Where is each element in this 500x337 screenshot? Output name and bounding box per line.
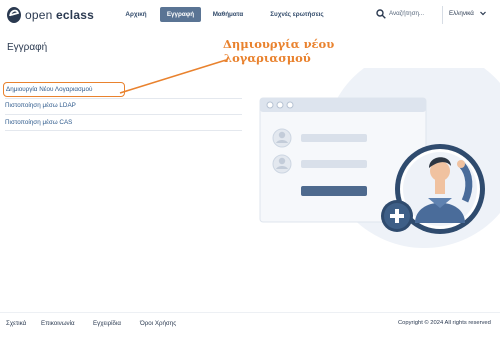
ldap-auth-link[interactable]: Πιστοποίηση μέσω LDAP bbox=[5, 98, 242, 113]
page-title: Εγγραφή bbox=[7, 42, 48, 53]
top-navbar: open eclass Αρχική Εγγραφή Μαθήματα Συχν… bbox=[0, 0, 500, 30]
footer-manuals-link[interactable]: Εγχειρίδια bbox=[93, 320, 121, 327]
chevron-down-icon[interactable] bbox=[479, 9, 487, 17]
brand-name: open eclass bbox=[25, 8, 94, 22]
annotation-label: Δημιουργία νέου λογαριασμού bbox=[223, 37, 335, 65]
search-input[interactable]: Αναζήτηση... bbox=[389, 10, 424, 17]
nav-courses[interactable]: Μαθήματα bbox=[208, 7, 248, 22]
nav-faq[interactable]: Συχνές ερωτήσεις bbox=[264, 7, 330, 22]
footer-contact-link[interactable]: Επικοινωνία bbox=[41, 320, 75, 327]
register-illustration bbox=[259, 68, 500, 248]
cas-auth-link[interactable]: Πιστοποίηση μέσω CAS bbox=[5, 115, 242, 130]
nav-home[interactable]: Αρχική bbox=[119, 7, 153, 22]
search-icon[interactable] bbox=[376, 9, 386, 19]
divider bbox=[442, 6, 443, 24]
create-account-link[interactable]: Δημιουργία Νέου Λογαριασμού bbox=[3, 82, 125, 97]
divider bbox=[5, 130, 242, 131]
language-select[interactable]: Ελληνικά bbox=[449, 10, 474, 17]
brand-logo[interactable]: open eclass bbox=[6, 5, 94, 25]
nav-register[interactable]: Εγγραφή bbox=[160, 7, 201, 22]
footer-divider bbox=[0, 312, 500, 313]
eclass-logo-icon bbox=[7, 7, 21, 23]
footer-about-link[interactable]: Σχετικά bbox=[6, 320, 26, 327]
copyright-text: Copyright © 2024 All rights reserved bbox=[398, 320, 491, 326]
footer-terms-link[interactable]: Όροι Χρήσης bbox=[140, 320, 176, 327]
